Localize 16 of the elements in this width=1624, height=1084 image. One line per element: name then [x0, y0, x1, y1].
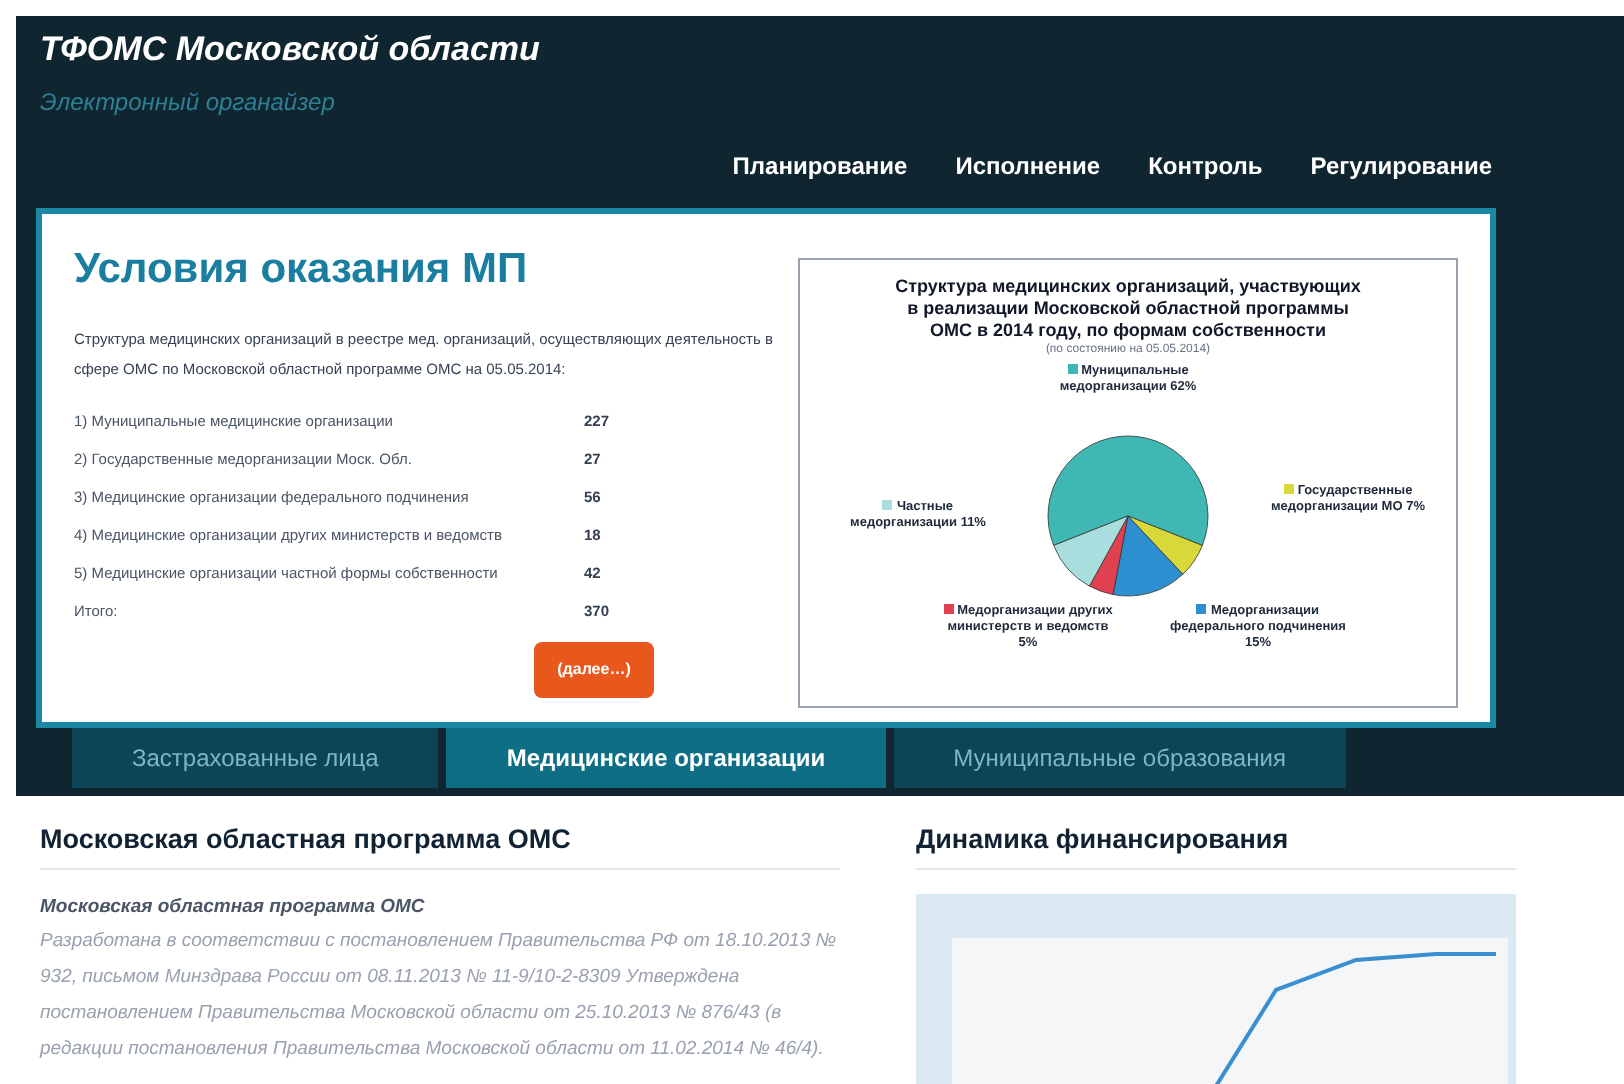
nav-link[interactable]: Исполнение [955, 147, 1101, 183]
section-heading: Московская областная программа ОМС [40, 820, 840, 871]
chart-title: Структура медицинских организаций, участвующих в реализации Московской областной программы ОМС в 2014 году, по формам собственности [893, 275, 1363, 343]
section-heading: Динамика финансирования [916, 820, 1516, 871]
tab[interactable]: Медицинские организации [446, 727, 886, 787]
more-button[interactable]: (далее…) [533, 642, 655, 698]
site-title: ТФОМС Московской области [40, 28, 542, 72]
nav-link[interactable]: Планирование [732, 147, 908, 183]
tab[interactable]: Муниципальные образования [893, 727, 1346, 787]
section-heading: Условия оказания МП [74, 243, 530, 295]
nav-link[interactable]: Контроль [1148, 147, 1263, 183]
program-subheading: Московская областная программа ОМС [40, 894, 427, 923]
program-text: Разработана в соответствии с постановлением Правительства РФ от 18.10.2013 № 932, письмом Минздрава России от 08.11.2013 № 11-9/10-2-8309 Утверждена постановлением Правительства Московской области от 25.10.2013 № 876/43 (в редакции постановления Правительства Московской области от 11.02.2014 № 46/4). [40, 927, 839, 1063]
site-subtitle: Электронный органайзер [40, 85, 337, 119]
tab[interactable]: Застрахованные лица [72, 727, 439, 787]
nav-link[interactable]: Регулирование [1310, 147, 1492, 183]
